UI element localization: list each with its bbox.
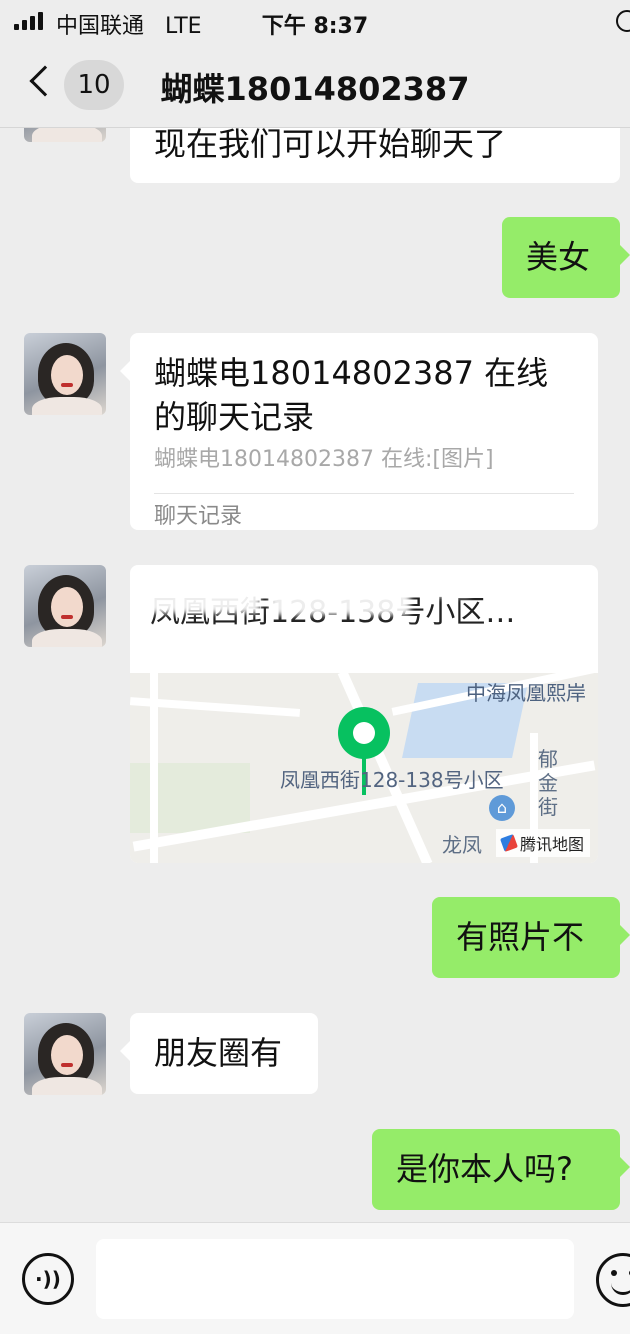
chat-record-label: 聊天记录 [154, 504, 243, 529]
redaction-mark [140, 587, 260, 613]
message-bubble-outgoing[interactable]: 有照片不 [432, 897, 630, 978]
chat-record-card[interactable]: 蝴蝶电18014802387 在线的聊天记录 蝴蝶电18014802387 在线… [120, 333, 598, 530]
divider [154, 493, 574, 494]
map-label: 龙凤 [442, 833, 482, 857]
map-label: 中海凤凰熙岸 [466, 681, 586, 705]
map-brand-label: 腾讯地图 [519, 835, 584, 854]
contact-avatar[interactable] [24, 565, 106, 647]
message-text: 现在我们可以开始聊天了 [154, 125, 507, 163]
contact-avatar[interactable] [24, 333, 106, 415]
message-bubble-outgoing[interactable]: 美女 [502, 217, 630, 298]
redaction-mark [270, 577, 410, 615]
status-time: 下午 8:37 [261, 14, 369, 39]
voice-icon: ·)) [35, 1267, 61, 1291]
message-text: 朋友圈有 [154, 1034, 283, 1072]
redaction-mark [130, 629, 570, 663]
location-card[interactable]: 凤凰西街128-138号小区… 凤凰西街128-138号小区 中海凤凰熙岸 郁金… [130, 565, 598, 863]
tencent-map-icon [500, 834, 518, 852]
redaction-mark [430, 575, 470, 597]
message-text: 美女 [526, 238, 591, 276]
message-text: 是你本人吗? [396, 1150, 573, 1188]
location-pin-icon [338, 707, 390, 759]
poi-icon [489, 795, 515, 821]
map-label: 郁金街 [538, 747, 558, 819]
contact-avatar[interactable] [24, 1013, 106, 1095]
message-text: 有照片不 [456, 918, 585, 956]
location-map[interactable]: 凤凰西街128-138号小区 中海凤凰熙岸 郁金街 龙凤 腾讯地图 [130, 662, 598, 863]
location-header: 凤凰西街128-138号小区… [130, 565, 598, 673]
chat-record-title: 蝴蝶电18014802387 在线的聊天记录 [154, 354, 549, 436]
status-bar: 中国联通 LTE 下午 8:37 [0, 0, 630, 42]
map-brand: 腾讯地图 [495, 829, 590, 857]
voice-button[interactable]: ·)) [22, 1253, 74, 1305]
chat-title: 蝴蝶18014802387 [160, 70, 470, 108]
message-bubble-outgoing[interactable]: 是你本人吗? [372, 1129, 630, 1210]
map-center-label: 凤凰西街128-138号小区 [280, 768, 504, 792]
message-input[interactable] [96, 1239, 574, 1319]
input-bar: ·)) [0, 1222, 630, 1334]
chat-header: 10 蝴蝶18014802387 [0, 42, 630, 128]
chat-record-preview: 蝴蝶电18014802387 在线:[图片] [154, 447, 494, 472]
message-bubble-incoming[interactable]: 朋友圈有 [120, 1013, 318, 1094]
emoji-icon[interactable] [596, 1253, 630, 1307]
